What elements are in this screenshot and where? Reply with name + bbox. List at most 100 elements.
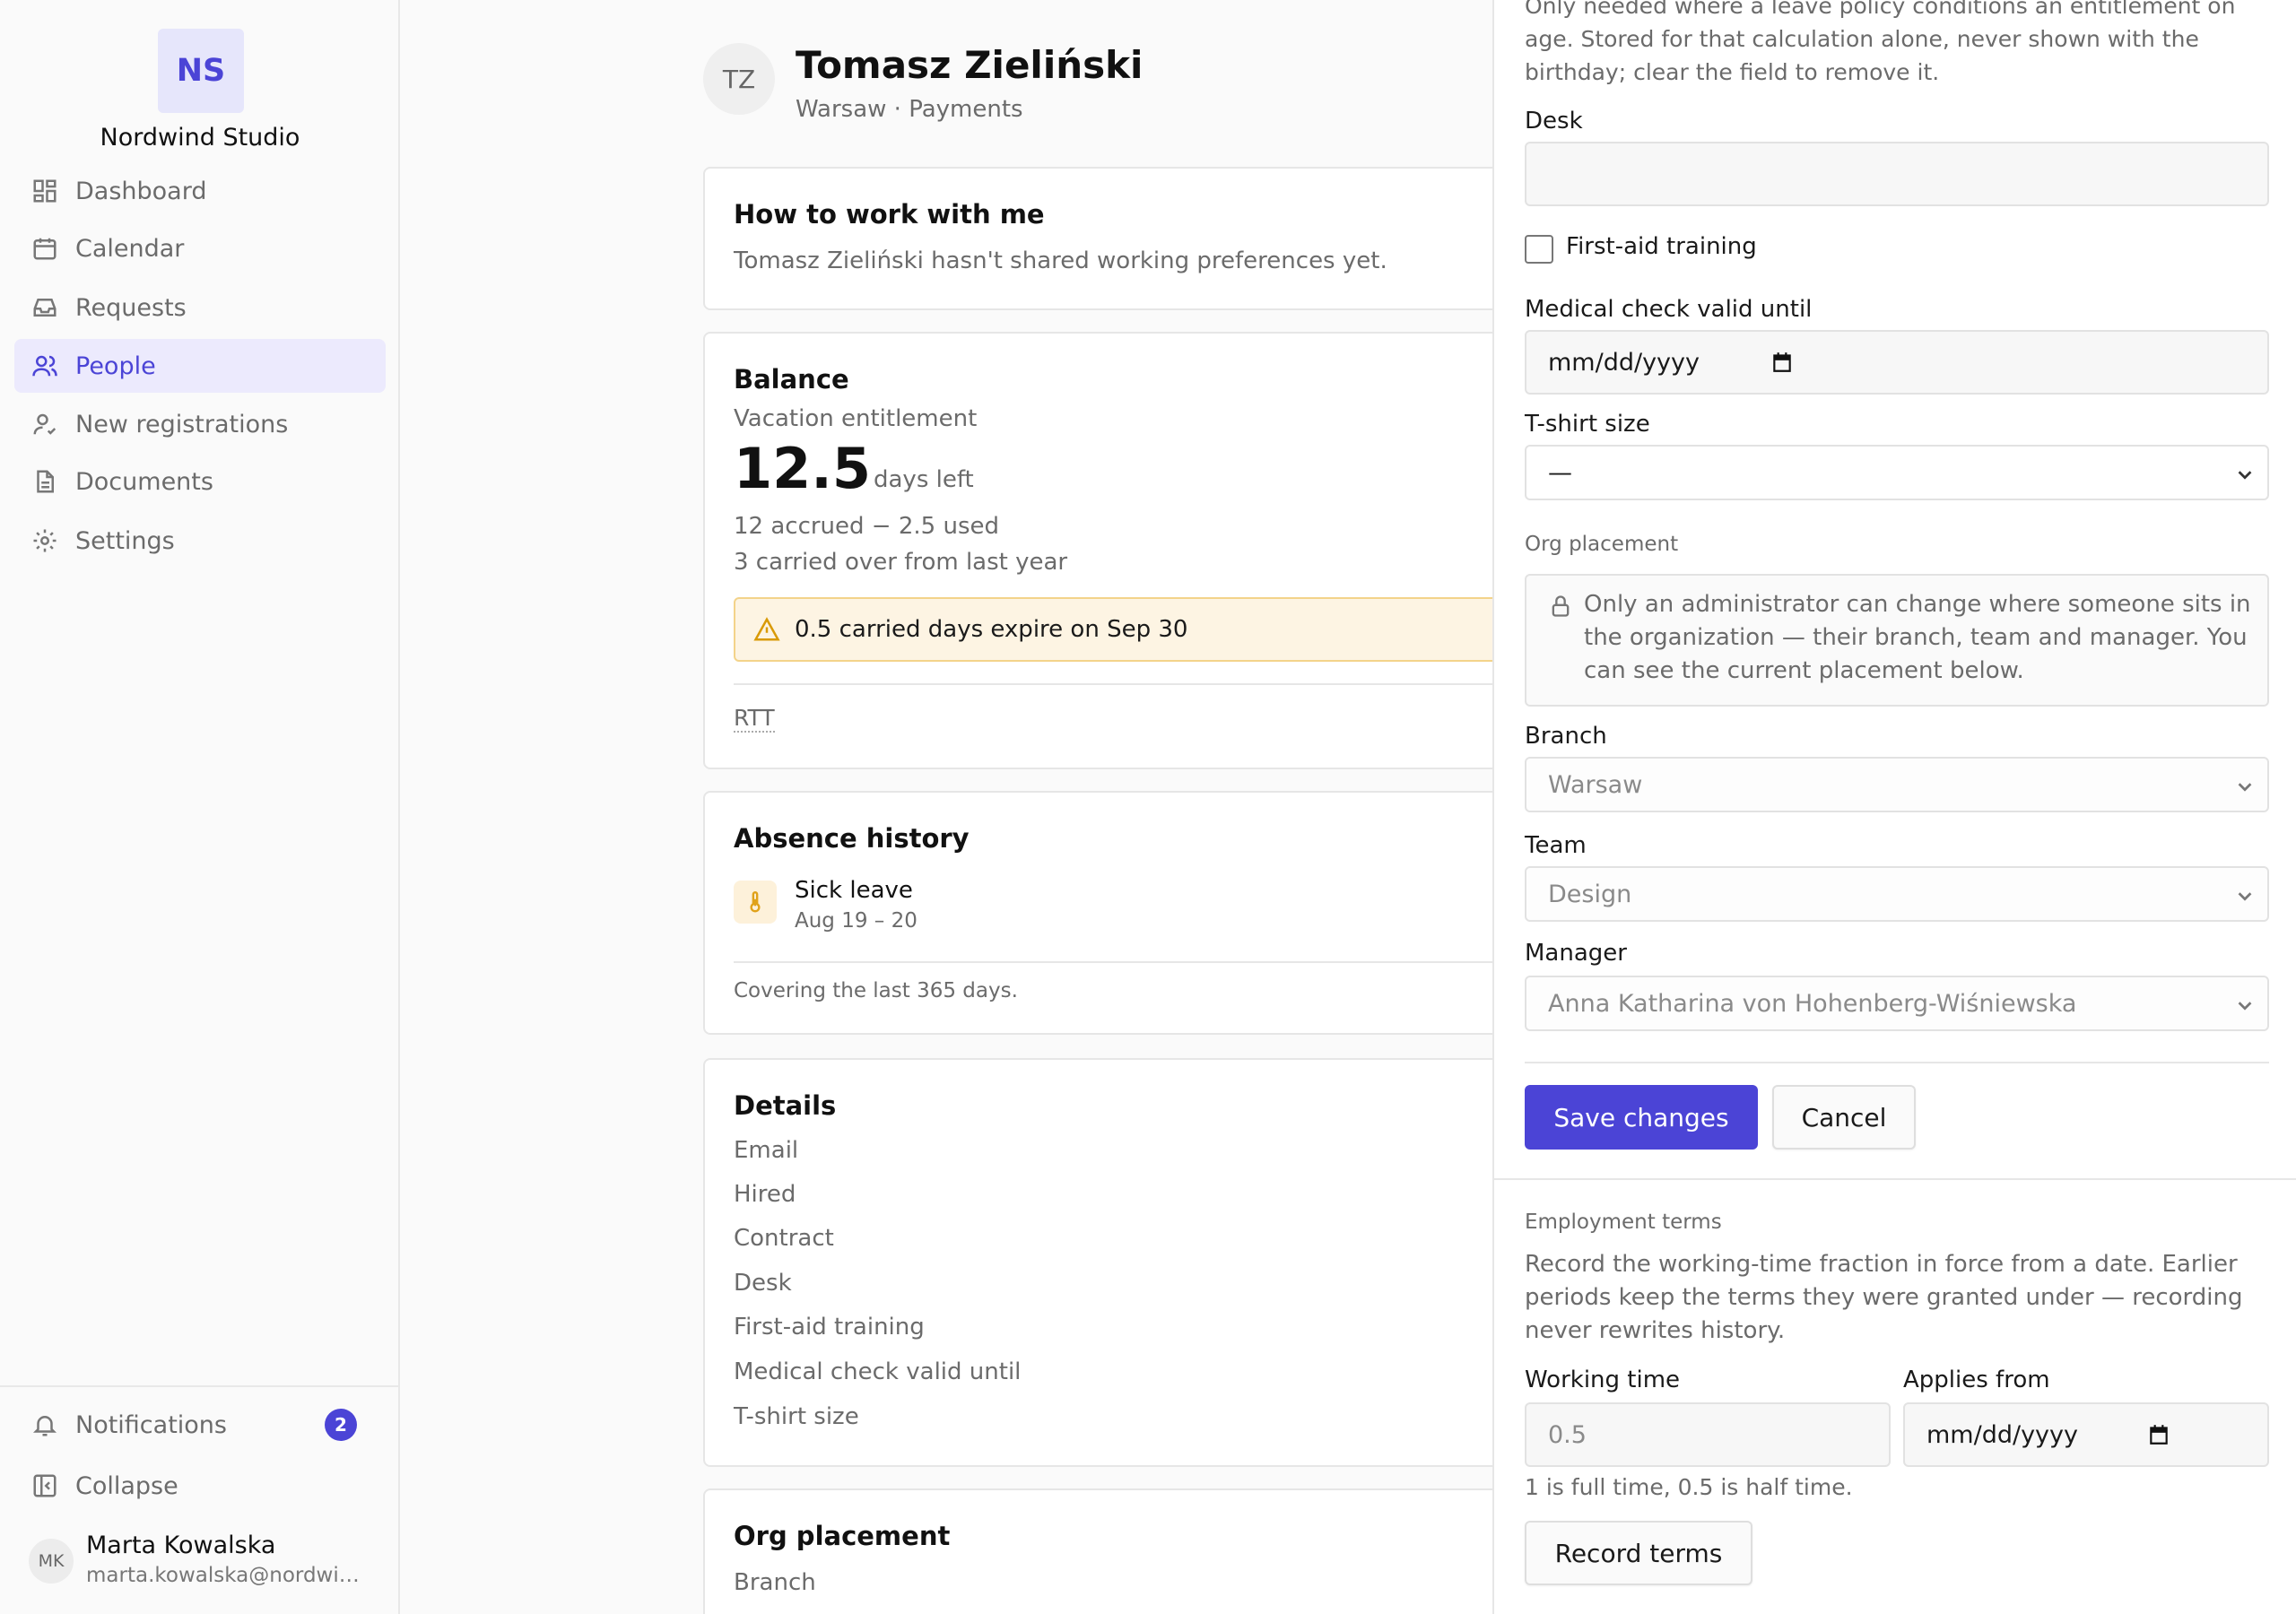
balance-subtitle: Vacation entitlement (734, 405, 978, 432)
card-title: Details (734, 1090, 837, 1121)
profile-subtitle: Warsaw · Payments (796, 96, 1023, 123)
record-terms-button[interactable]: Record terms (1525, 1521, 1752, 1585)
sidebar-item-calendar[interactable]: Calendar (14, 221, 386, 275)
chevron-down-icon (2235, 994, 2255, 1013)
balance-card: Balance Vacation entitlement 12.5 days l… (703, 332, 1523, 769)
avatar[interactable]: MK (29, 1539, 74, 1584)
bell-icon (30, 1410, 59, 1439)
applies-from-label: Applies from (1903, 1367, 2050, 1393)
chevron-down-icon (2235, 463, 2255, 482)
edit-profile-drawer: Only needed where a leave policy conditi… (1492, 0, 2296, 1614)
desk-input[interactable] (1525, 142, 2269, 206)
save-changes-button[interactable]: Save changes (1525, 1085, 1758, 1150)
team-select: Design (1525, 866, 2269, 922)
working-time-hint: 1 is full time, 0.5 is half time. (1525, 1474, 1853, 1500)
branch-select: Warsaw (1525, 757, 2269, 812)
birthday-help-text: Only needed where a leave policy conditi… (1525, 0, 2236, 85)
sidebar-item-label: People (75, 351, 156, 380)
detail-row-label: Hired (734, 1181, 796, 1208)
applies-from-date-input[interactable]: mm/dd/yyyy (1903, 1402, 2269, 1467)
employment-terms-help: Record the working-time fraction in forc… (1525, 1251, 2243, 1344)
org-placement-section-label: Org placement (1525, 533, 1679, 556)
date-placeholder: mm/dd/yyyy (1926, 1420, 2078, 1449)
collapse-button[interactable]: Collapse (14, 1459, 386, 1513)
calendar-picker-icon[interactable] (1770, 351, 1794, 374)
select-value: Anna Katharina von Hohenberg-Wiśniewska (1548, 989, 2077, 1018)
detail-row-label: Contract (734, 1225, 834, 1252)
team-label: Team (1525, 832, 1587, 859)
org-placement-card: Org placement Branch (703, 1488, 1510, 1614)
calendar-icon (30, 234, 59, 263)
document-icon (30, 467, 59, 496)
balance-value: 12.5 (734, 436, 871, 501)
sidebar-divider (0, 1385, 400, 1387)
sidebar-item-requests[interactable]: Requests (14, 281, 386, 334)
tshirt-size-label: T-shirt size (1525, 411, 1650, 438)
working-time-input[interactable]: 0.5 (1525, 1402, 1891, 1467)
sidebar-item-label: New registrations (75, 410, 289, 438)
gear-icon (30, 526, 59, 555)
details-card: Details Email Hired Contract Desk First-… (703, 1058, 1510, 1467)
first-aid-label: First-aid training (1566, 233, 1757, 260)
absence-dates: Aug 19 – 20 (795, 909, 918, 933)
sidebar-item-documents[interactable]: Documents (14, 455, 386, 508)
divider (1525, 1062, 2269, 1063)
inbox-icon (30, 293, 59, 322)
sidebar-item-label: Requests (75, 293, 187, 322)
working-time-label: Working time (1525, 1367, 1681, 1393)
detail-row-label: Desk (734, 1270, 792, 1297)
detail-row-label: T-shirt size (734, 1403, 859, 1430)
org-notice-text: Only an administrator can change where s… (1584, 591, 2251, 684)
brand-name: Nordwind Studio (100, 124, 300, 152)
org-notice: Only an administrator can change where s… (1525, 574, 2269, 707)
card-title: Balance (734, 364, 849, 395)
first-aid-checkbox[interactable] (1525, 235, 1553, 264)
work-preferences-text: Tomasz Zieliński hasn't shared working p… (734, 247, 1387, 274)
select-value: Warsaw (1548, 770, 1643, 799)
cancel-button[interactable]: Cancel (1772, 1085, 1916, 1150)
balance-accrued: 12 accrued − 2.5 used (734, 513, 999, 540)
rtt-label[interactable]: RTT (734, 705, 775, 733)
chevron-down-icon (2235, 884, 2255, 904)
sidebar-item-dashboard[interactable]: Dashboard (14, 164, 386, 218)
tshirt-size-select[interactable]: — (1525, 445, 2269, 500)
collapse-label: Collapse (75, 1471, 178, 1500)
user-check-icon (30, 410, 59, 438)
notifications-button[interactable]: Notifications 2 (14, 1398, 386, 1452)
detail-row-label: Email (734, 1137, 799, 1164)
select-value: — (1548, 458, 1572, 487)
user-name[interactable]: Marta Kowalska (86, 1532, 275, 1559)
card-title: Org placement (734, 1521, 951, 1551)
sidebar-item-settings[interactable]: Settings (14, 514, 386, 568)
warning-text: 0.5 carried days expire on Sep 30 (795, 616, 1188, 643)
work-preferences-card: How to work with me Tomasz Zieliński has… (703, 167, 1510, 310)
calendar-picker-icon[interactable] (2147, 1423, 2170, 1446)
notifications-badge: 2 (325, 1409, 357, 1441)
select-value: Design (1548, 880, 1632, 908)
notifications-label: Notifications (75, 1410, 227, 1439)
people-icon (30, 351, 59, 380)
card-title: Absence history (734, 823, 970, 854)
collapse-sidebar-icon (30, 1471, 59, 1500)
detail-row-label: Medical check valid until (734, 1358, 1022, 1385)
sidebar-item-label: Dashboard (75, 177, 207, 205)
sidebar-item-label: Calendar (75, 234, 185, 263)
expiry-warning: 0.5 carried days expire on Sep 30 (734, 597, 1523, 662)
sidebar-item-new-registrations[interactable]: New registrations (14, 397, 386, 451)
employment-terms-section-label: Employment terms (1525, 1210, 1722, 1234)
brand-logo[interactable]: NS (158, 29, 244, 113)
date-placeholder: mm/dd/yyyy (1548, 348, 1700, 377)
divider (734, 961, 1523, 963)
absence-footer: Covering the last 365 days. (734, 979, 1018, 1002)
sidebar-item-people[interactable]: People (14, 339, 386, 393)
chevron-down-icon (2235, 775, 2255, 794)
section-divider (1494, 1178, 2296, 1180)
medical-check-date-input[interactable]: mm/dd/yyyy (1525, 330, 2269, 395)
profile-avatar: TZ (703, 43, 775, 115)
desk-label: Desk (1525, 108, 1583, 134)
thermometer-icon (734, 881, 777, 924)
divider (734, 683, 1523, 685)
detail-row-label: First-aid training (734, 1314, 925, 1341)
detail-row-label: Branch (734, 1569, 816, 1596)
lock-icon (1548, 594, 1573, 619)
